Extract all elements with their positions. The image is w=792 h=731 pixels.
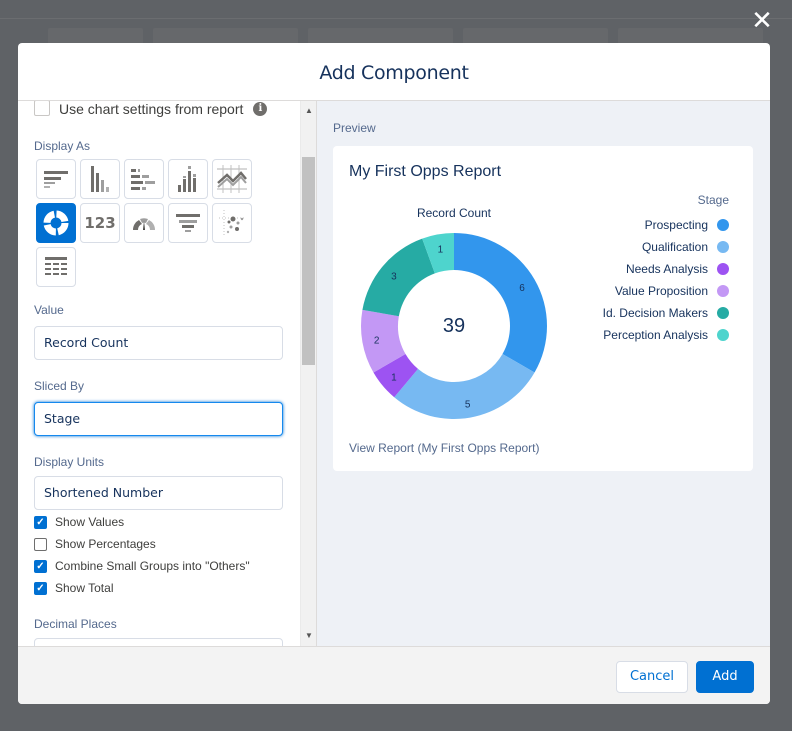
legend-color-dot-icon — [717, 241, 729, 253]
chart-type-scatter[interactable] — [212, 203, 252, 243]
legend-color-dot-icon — [717, 307, 729, 319]
donut-value-label: 5 — [465, 399, 471, 410]
legend-color-dot-icon — [717, 285, 729, 297]
chart-type-funnel[interactable] — [168, 203, 208, 243]
chart-type-stacked-vertical-bar[interactable] — [168, 159, 208, 199]
show-percentages-checkbox[interactable] — [34, 537, 47, 551]
show-percentages-label: Show Percentages — [55, 537, 156, 551]
horizontal-bar-chart-icon — [44, 171, 68, 188]
show-values-label: Show Values — [55, 515, 125, 529]
legend-item[interactable]: Needs Analysis — [626, 262, 729, 276]
legend-item[interactable]: Perception Analysis — [603, 328, 729, 342]
legend-label: Value Proposition — [614, 284, 708, 298]
value-label: Value — [34, 303, 64, 317]
add-button[interactable]: Add — [696, 661, 754, 693]
funnel-icon — [176, 214, 200, 232]
scatter-chart-icon — [219, 210, 245, 236]
preview-panel: Preview My First Opps Report Record Coun… — [317, 101, 770, 646]
sliced-by-field[interactable]: Stage — [34, 402, 283, 436]
donut-chart-icon — [43, 210, 69, 236]
modal-title: Add Component — [319, 62, 469, 84]
legend-item[interactable]: Id. Decision Makers — [603, 306, 729, 320]
donut-value-label: 1 — [438, 245, 444, 256]
legend-label: Prospecting — [644, 218, 708, 232]
preview-label: Preview — [333, 121, 376, 135]
show-total-checkbox[interactable]: ✓ — [34, 581, 47, 595]
chart-type-metric[interactable]: 123 — [80, 203, 120, 243]
sliced-by-label: Sliced By — [34, 379, 85, 393]
legend-color-dot-icon — [717, 219, 729, 231]
show-values-checkbox-row[interactable]: ✓ Show Values — [34, 514, 124, 530]
chart-type-table[interactable] — [36, 247, 76, 287]
gauge-icon — [132, 218, 156, 230]
donut-value-label: 1 — [391, 372, 397, 383]
show-percentages-checkbox-row[interactable]: Show Percentages — [34, 536, 156, 552]
legend-label: Qualification — [641, 240, 708, 254]
info-icon[interactable]: i — [253, 102, 268, 116]
donut-value-label: 2 — [374, 336, 380, 347]
legend-item[interactable]: Value Proposition — [615, 284, 729, 298]
scroll-down-arrow-icon[interactable]: ▼ — [301, 629, 317, 643]
display-units-label: Display Units — [34, 455, 105, 469]
legend-item[interactable]: Prospecting — [645, 218, 729, 232]
value-field[interactable]: Record Count — [34, 326, 283, 360]
legend-label: Needs Analysis — [625, 262, 708, 276]
donut-slice-prospecting[interactable] — [454, 233, 547, 373]
legend-color-dot-icon — [717, 329, 729, 341]
decimal-places-field[interactable] — [34, 638, 283, 646]
chart-title: Record Count — [417, 206, 492, 220]
show-values-checkbox[interactable]: ✓ — [34, 515, 47, 529]
donut-value-label: 3 — [391, 272, 397, 283]
legend-title: Stage — [697, 193, 729, 207]
vertical-bar-chart-icon — [91, 166, 109, 192]
modal-header: Add Component — [18, 43, 770, 101]
modal-body: Use chart settings from report i Display… — [18, 101, 770, 646]
chart-type-line[interactable] — [212, 159, 252, 199]
preview-card: My First Opps Report Record Count 651231… — [333, 146, 753, 471]
close-icon[interactable]: ✕ — [750, 7, 774, 33]
display-as-label: Display As — [34, 139, 91, 153]
stacked-vertical-bar-icon — [178, 166, 196, 192]
chart-type-horizontal-bar[interactable] — [36, 159, 76, 199]
legend-label: Perception Analysis — [603, 328, 708, 342]
legend-color-dot-icon — [717, 263, 729, 275]
legend-item[interactable]: Qualification — [642, 240, 729, 254]
donut-value-label: 6 — [519, 283, 525, 294]
combine-small-groups-label: Combine Small Groups into "Others" — [55, 559, 250, 573]
chart-type-stacked-horizontal-bar[interactable] — [124, 159, 164, 199]
scrollbar-thumb[interactable] — [302, 157, 315, 365]
background-line — [0, 18, 792, 19]
table-icon — [45, 257, 67, 275]
modal-footer: Cancel Add — [18, 646, 770, 704]
line-chart-icon — [217, 165, 247, 193]
use-chart-settings-checkbox[interactable] — [34, 101, 50, 116]
stacked-horizontal-bar-icon — [131, 169, 155, 190]
decimal-places-label: Decimal Places — [34, 617, 117, 631]
chart-type-donut[interactable] — [36, 203, 76, 243]
show-total-checkbox-row[interactable]: ✓ Show Total — [34, 580, 113, 596]
display-units-field[interactable]: Shortened Number — [34, 476, 283, 510]
legend-label: Id. Decision Makers — [602, 306, 708, 320]
cancel-button[interactable]: Cancel — [616, 661, 688, 693]
use-chart-settings-row[interactable]: Use chart settings from report i — [34, 101, 268, 117]
combine-small-groups-checkbox-row[interactable]: ✓ Combine Small Groups into "Others" — [34, 558, 250, 574]
chart-type-vertical-bar[interactable] — [80, 159, 120, 199]
settings-scrollbar[interactable]: ▲ ▼ — [300, 101, 316, 646]
donut-center-total: 39 — [443, 315, 465, 337]
chart-type-gauge[interactable] — [124, 203, 164, 243]
combine-small-groups-checkbox[interactable]: ✓ — [34, 559, 47, 573]
metric-icon: 123 — [84, 214, 116, 232]
donut-slice-id-decision-makers[interactable] — [362, 238, 435, 317]
donut-chart: Record Count 6 5 1 2 3 1 39 — [361, 206, 547, 419]
use-chart-settings-label: Use chart settings from report — [59, 101, 244, 117]
add-component-modal: Add Component Use chart settings from re… — [18, 43, 770, 704]
scroll-up-arrow-icon[interactable]: ▲ — [301, 104, 317, 118]
show-total-label: Show Total — [55, 581, 114, 595]
view-report-link[interactable]: View Report (My First Opps Report) — [349, 441, 540, 455]
settings-panel: Use chart settings from report i Display… — [18, 101, 300, 646]
